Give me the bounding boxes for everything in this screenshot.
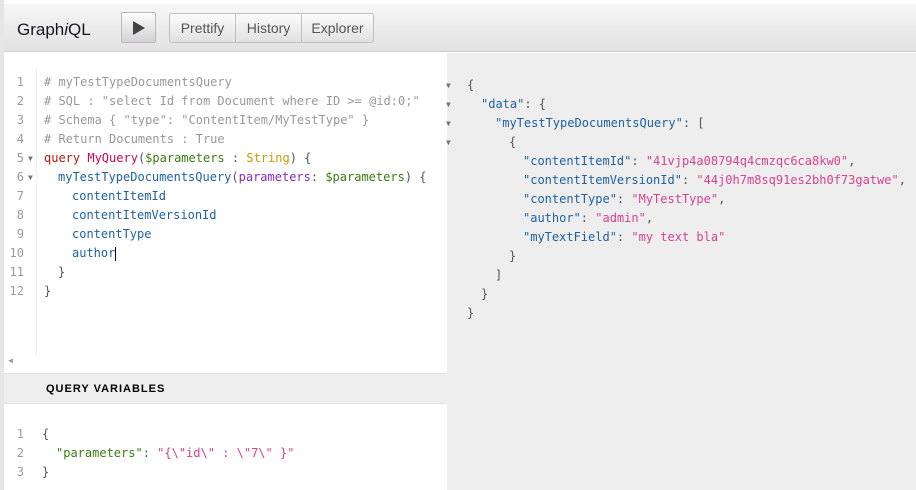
line-number: 5	[16, 151, 24, 165]
toolbar: GraphiQL Prettify History Explorer	[4, 4, 916, 52]
prettify-button[interactable]: Prettify	[169, 13, 236, 43]
line-number: 4	[16, 132, 24, 146]
result-line: "myTestTypeDocumentsQuery": [	[495, 116, 705, 130]
result-line: }	[509, 249, 517, 263]
result-line: "data": {	[481, 97, 547, 111]
result-line: }	[467, 306, 475, 320]
line-number: 3	[16, 113, 24, 127]
query-variables-header[interactable]: QUERY VARIABLES	[4, 373, 447, 404]
execute-query-button[interactable]	[121, 12, 156, 43]
result-line: "myTextField": "my text bla"	[523, 230, 726, 244]
code-line: }	[42, 465, 50, 479]
line-number: 6	[16, 170, 24, 184]
line-number: 10	[9, 246, 24, 260]
code-line: # Schema { "type": "ContentItem/MyTestTy…	[44, 113, 370, 127]
fold-arrow-icon[interactable]: ▼	[446, 76, 451, 95]
line-number: 2	[16, 94, 24, 108]
line-number: 7	[16, 189, 24, 203]
fold-arrow-icon[interactable]: ▼	[446, 95, 451, 114]
line-number: 8	[16, 208, 24, 222]
result-line: "author": "admin",	[523, 211, 654, 225]
result-line: {	[467, 78, 475, 92]
gutter-divider	[36, 68, 37, 355]
code-line: "parameters": "{\"id\" : \"7\" }"	[56, 446, 295, 460]
code-line: }	[44, 284, 52, 298]
result-viewer: { "data": { "myTestTypeDocumentsQuery": …	[459, 53, 916, 490]
pane-divider[interactable]: ▼ ▼ ▼ ▼	[446, 53, 459, 490]
result-line: "contentItemId": "41vjp4a08794q4cmzqc6ca…	[523, 154, 856, 168]
result-line: "contentType": "MyTestType",	[523, 192, 726, 206]
code-line: }	[58, 265, 66, 279]
fold-arrow-icon[interactable]: ▼	[28, 149, 33, 168]
code-line: # SQL : "select Id from Document where I…	[44, 94, 420, 108]
code-line: contentItemId	[72, 189, 166, 203]
fold-arrow-icon[interactable]: ▼	[28, 168, 33, 187]
text-cursor	[115, 246, 117, 261]
code-line: # Return Documents : True	[44, 132, 225, 146]
line-number: 3	[16, 465, 24, 479]
code-line: contentItemVersionId	[72, 208, 217, 222]
result-line: }	[481, 287, 489, 301]
line-number: 1	[16, 427, 24, 441]
horizontal-scrollbar[interactable]: ◀	[4, 356, 447, 370]
query-editor[interactable]: 1 2 3 4 5 6 7 8 9 10 11 12 ▼ ▼ # myTestT…	[4, 53, 447, 373]
history-button[interactable]: History	[235, 13, 302, 43]
result-line: "contentItemVersionId": "44j0h7m8sq91es2…	[523, 173, 906, 187]
code-line: contentType	[72, 227, 152, 241]
code-line: # myTestTypeDocumentsQuery	[44, 75, 232, 89]
query-variables-title: QUERY VARIABLES	[46, 383, 166, 395]
code-line: {	[42, 427, 50, 441]
result-line: ]	[495, 268, 503, 282]
result-line: {	[509, 135, 517, 149]
code-line: myTestTypeDocumentsQuery(parameters: $pa…	[58, 170, 427, 184]
app-title: GraphiQL	[17, 20, 91, 39]
fold-arrow-icon[interactable]: ▼	[446, 114, 451, 133]
play-icon	[132, 20, 145, 35]
code-line: author	[72, 246, 117, 261]
scroll-left-icon[interactable]: ◀	[8, 356, 13, 365]
line-number: 11	[9, 265, 24, 279]
line-number: 1	[16, 75, 24, 89]
code-line: query MyQuery($parameters : String) {	[44, 151, 312, 165]
line-number: 12	[9, 284, 24, 298]
line-number: 9	[16, 227, 24, 241]
variables-editor[interactable]: 1 2 3 { "parameters": "{\"id\" : \"7\" }…	[4, 404, 447, 490]
line-number: 2	[16, 446, 24, 460]
fold-arrow-icon[interactable]: ▼	[446, 133, 451, 152]
explorer-button[interactable]: Explorer	[301, 13, 374, 43]
